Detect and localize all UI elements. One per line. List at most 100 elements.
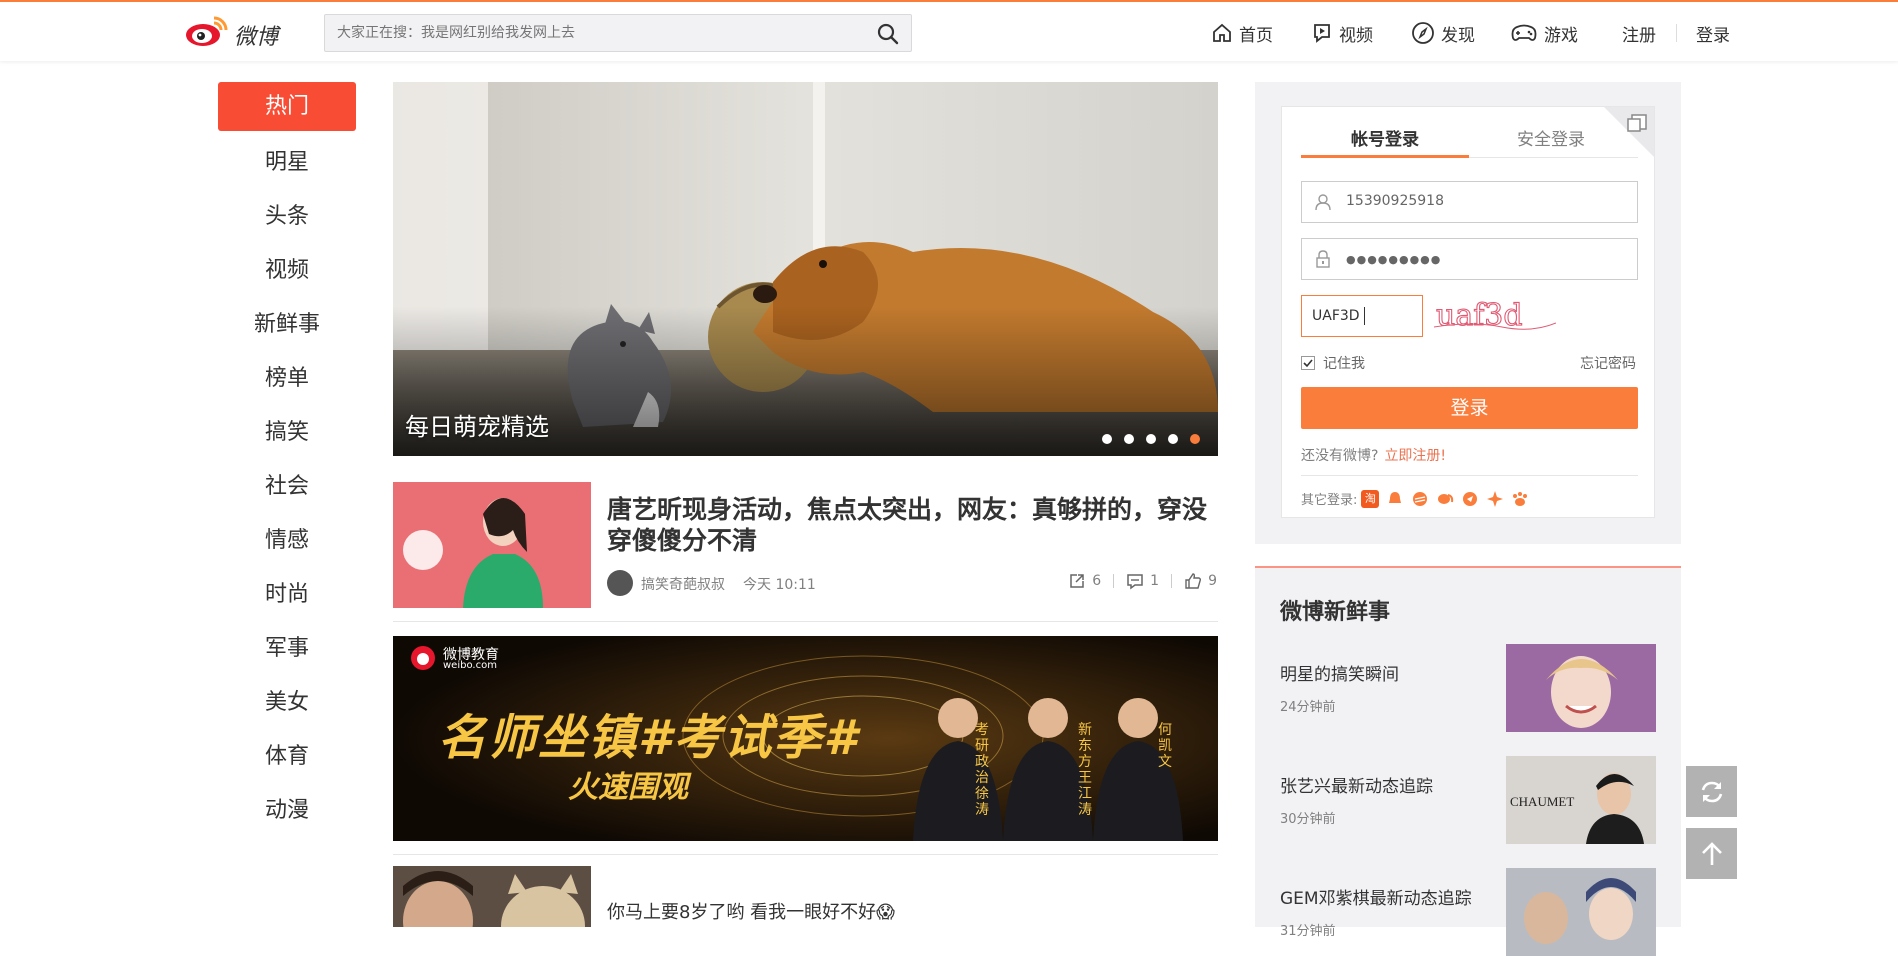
carousel-dot[interactable] [1124, 434, 1134, 444]
teacher-name: 何凯文 [1158, 722, 1172, 770]
fresh-item-image[interactable] [1506, 644, 1656, 732]
sidebar-item-ranking[interactable]: 榜单 [218, 352, 356, 406]
taobao-icon[interactable]: 淘 [1361, 489, 1380, 508]
forgot-password-link[interactable]: 忘记密码 [1580, 353, 1636, 373]
weibo-logo-icon [186, 16, 228, 46]
nav-games[interactable]: 游戏 [1510, 18, 1578, 48]
banner-brand-url: weibo.com [443, 660, 497, 671]
qq-icon[interactable] [1386, 490, 1404, 508]
nav-home[interactable]: 首页 [1211, 18, 1273, 48]
sidebar-item-beauty[interactable]: 美女 [218, 676, 356, 730]
feed-title[interactable]: 唐艺昕现身活动，焦点太突出，网友：真够拼的，穿没穿傻傻分不清 [607, 494, 1217, 556]
remember-me[interactable]: 记住我 [1301, 353, 1365, 373]
repost-icon[interactable] [1068, 572, 1086, 590]
sidebar-item-fresh[interactable]: 新鲜事 [218, 298, 356, 352]
nav-discover[interactable]: 发现 [1411, 18, 1475, 48]
teacher-label: 考研政治 [975, 722, 989, 786]
fresh-item-title[interactable]: GEM邓紫棋最新动态追踪 [1280, 884, 1472, 909]
nav-divider [1676, 24, 1677, 42]
weibo-icon[interactable] [1411, 490, 1429, 508]
qr-login-icon[interactable] [1604, 107, 1654, 157]
nav-discover-label: 发现 [1441, 25, 1475, 46]
feed-thumbnail[interactable] [393, 482, 591, 608]
search-box[interactable] [324, 14, 912, 52]
fresh-item-image[interactable] [1506, 868, 1656, 956]
baidu-icon[interactable] [1461, 490, 1479, 508]
search-icon[interactable] [877, 23, 899, 45]
register-prompt: 还没有微博? 立即注册! [1301, 445, 1446, 465]
nav-register-label: 注册 [1622, 25, 1656, 46]
feed-title[interactable]: 你马上要8岁了哟 看我一眼好不好😱 [607, 898, 895, 924]
fresh-panel: 微博新鲜事 明星的搞笑瞬间 24分钟前 张艺兴最新动态追踪 30分钟前 CHAU… [1255, 568, 1681, 956]
sidebar-item-stars[interactable]: 明星 [218, 136, 356, 190]
fresh-item[interactable]: GEM邓紫棋最新动态追踪 31分钟前 [1280, 868, 1656, 956]
tab-secure-login[interactable]: 安全登录 [1517, 125, 1585, 150]
carousel-dots [1102, 434, 1200, 444]
home-icon [1213, 23, 1231, 42]
stats-divider [1171, 574, 1173, 588]
top-bar: 微博 首页 视频 发现 游 [0, 0, 1898, 61]
register-link[interactable]: 立即注册! [1384, 448, 1446, 464]
nav-home-label: 首页 [1239, 25, 1273, 46]
sidebar-item-emotion[interactable]: 情感 [218, 514, 356, 568]
nav-login[interactable]: 登录 [1696, 18, 1730, 48]
sidebar-item-fashion[interactable]: 时尚 [218, 568, 356, 622]
category-sidebar: 热门 明星 头条 视频 新鲜事 榜单 搞笑 社会 情感 时尚 军事 美女 体育 … [218, 82, 356, 838]
arrow-up-icon [1702, 842, 1722, 865]
fresh-item-photo [1506, 644, 1656, 732]
weibo-logo[interactable]: 微博 [184, 14, 290, 50]
fresh-item-photo [1506, 868, 1656, 956]
feed-item[interactable]: 唐艺昕现身活动，焦点太突出，网友：真够拼的，穿没穿傻傻分不清 搞笑奇葩叔叔 今天… [393, 482, 1218, 622]
video-icon [1314, 24, 1330, 43]
weibo-logo-text: 微博 [234, 25, 279, 50]
banner-headline: 名师坐镇#考试季# [438, 710, 859, 766]
sidebar-item-headlines[interactable]: 头条 [218, 190, 356, 244]
other-login-label: 其它登录: [1301, 493, 1358, 508]
refresh-button[interactable] [1686, 766, 1737, 817]
sidebar-item-sports[interactable]: 体育 [218, 730, 356, 784]
promo-banner[interactable]: 微博教育 weibo.com 名师坐镇#考试季# 火速围观 考研政治徐涛 新东方… [393, 636, 1218, 841]
paw-icon[interactable] [1511, 490, 1529, 508]
captcha-input[interactable]: UAF3D [1301, 295, 1423, 337]
fresh-item-time: 30分钟前 [1280, 812, 1336, 827]
avatar[interactable] [607, 570, 633, 596]
divider [393, 854, 1218, 855]
remember-checkbox[interactable] [1301, 356, 1315, 370]
fresh-item-time: 24分钟前 [1280, 700, 1336, 715]
sidebar-item-anime[interactable]: 动漫 [218, 784, 356, 838]
sidebar-item-society[interactable]: 社会 [218, 460, 356, 514]
fresh-item-title[interactable]: 明星的搞笑瞬间 [1280, 660, 1399, 685]
login-button[interactable]: 登录 [1301, 387, 1638, 429]
feed-item[interactable]: 你马上要8岁了哟 看我一眼好不好😱 [393, 866, 1218, 927]
like-icon[interactable] [1184, 572, 1202, 590]
stats-divider [1113, 574, 1115, 588]
captcha-image[interactable]: uaf3d [1432, 297, 1556, 335]
sidebar-item-video[interactable]: 视频 [218, 244, 356, 298]
username-field[interactable]: 15390925918 [1301, 181, 1638, 223]
fresh-item[interactable]: 明星的搞笑瞬间 24分钟前 [1280, 644, 1656, 732]
360-icon[interactable] [1486, 490, 1504, 508]
carousel-dot[interactable] [1146, 434, 1156, 444]
carousel-dot[interactable] [1168, 434, 1178, 444]
sidebar-item-hot[interactable]: 热门 [218, 82, 356, 131]
fresh-item-image[interactable]: CHAUMET [1506, 756, 1656, 844]
wechat-icon[interactable] [1436, 490, 1454, 508]
feed-author[interactable]: 搞笑奇葩叔叔 [641, 574, 725, 594]
hero-carousel[interactable]: 每日萌宠精选 [393, 82, 1218, 456]
comment-icon[interactable] [1126, 572, 1144, 590]
sidebar-item-military[interactable]: 军事 [218, 622, 356, 676]
sidebar-item-funny[interactable]: 搞笑 [218, 406, 356, 460]
nav-register[interactable]: 注册 [1622, 18, 1656, 48]
search-input[interactable] [337, 15, 877, 51]
carousel-dot-active[interactable] [1190, 434, 1200, 444]
carousel-dot[interactable] [1102, 434, 1112, 444]
back-to-top-button[interactable] [1686, 828, 1737, 879]
check-icon [1303, 359, 1313, 368]
password-field[interactable]: ●●●●●●●●● [1301, 238, 1638, 280]
fresh-item-title[interactable]: 张艺兴最新动态追踪 [1280, 772, 1433, 797]
comment-count: 1 [1150, 573, 1160, 589]
feed-thumbnail[interactable] [393, 866, 591, 927]
nav-video[interactable]: 视频 [1311, 18, 1373, 48]
tab-account-login[interactable]: 帐号登录 [1351, 125, 1419, 150]
fresh-item[interactable]: 张艺兴最新动态追踪 30分钟前 CHAUMET [1280, 756, 1656, 844]
